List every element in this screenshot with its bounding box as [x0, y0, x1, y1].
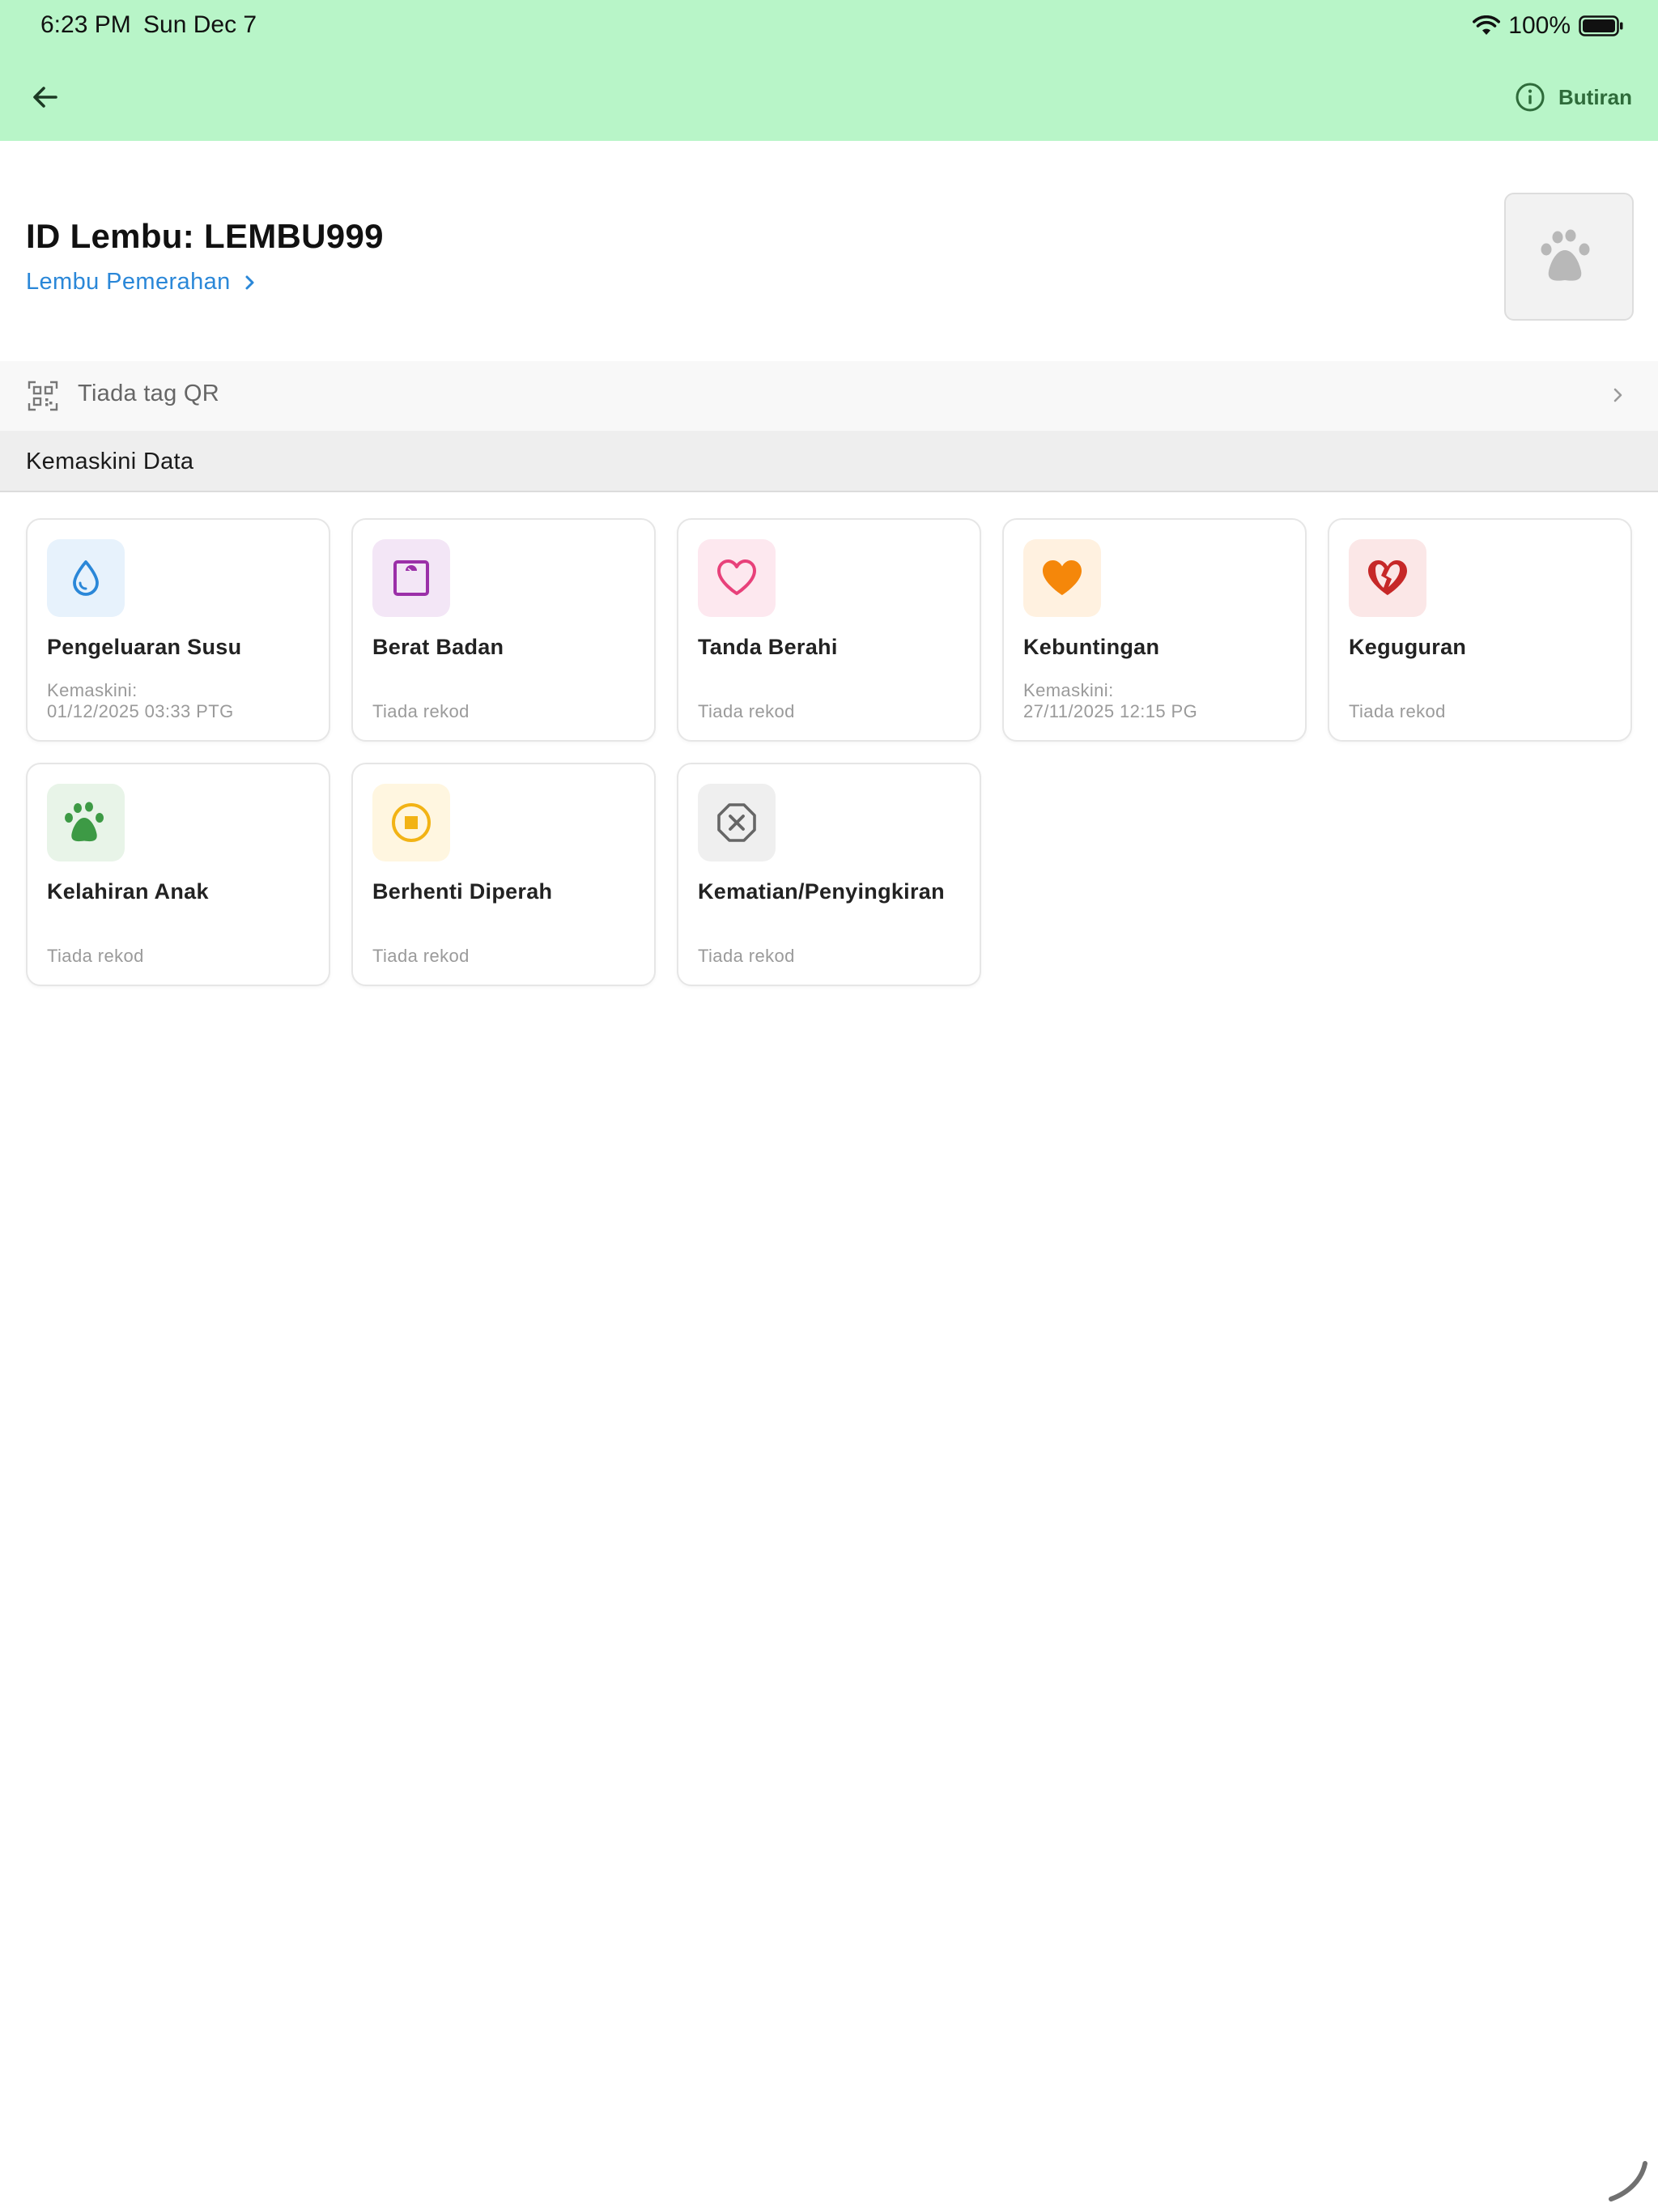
card-meta-value: Tiada rekod [1349, 701, 1446, 721]
details-label: Butiran [1558, 84, 1632, 109]
card-title: Berhenti Diperah [372, 879, 553, 904]
qr-tag-label: Tiada tag QR [78, 381, 219, 406]
status-time: 6:23 PM [40, 11, 131, 38]
card-miscarriage[interactable]: Keguguran Tiada rekod [1328, 518, 1632, 742]
card-meta: Tiada rekod [47, 946, 144, 967]
card-icon-bg [47, 784, 125, 861]
scale-icon [393, 560, 429, 596]
chevron-right-icon [245, 275, 254, 289]
card-icon-bg [372, 539, 450, 617]
card-meta-value: 01/12/2025 03:33 PTG [47, 701, 234, 721]
info-icon [1516, 83, 1545, 112]
card-meta: Tiada rekod [372, 946, 470, 967]
broken-heart-icon [1368, 560, 1407, 595]
card-heat-sign[interactable]: Tanda Berahi Tiada rekod [677, 518, 981, 742]
status-date: Sun Dec 7 [143, 11, 257, 38]
water-drop-icon [73, 560, 99, 596]
app-header: 6:23 PM Sun Dec 7 100% Butiran [0, 0, 1658, 141]
card-meta: Tiada rekod [372, 701, 470, 722]
back-button[interactable] [24, 76, 66, 118]
card-pregnancy[interactable]: Kebuntingan Kemaskini: 27/11/2025 12:15 … [1002, 518, 1307, 742]
card-icon-bg [698, 539, 776, 617]
cow-id-title: ID Lembu: LEMBU999 [26, 217, 384, 255]
card-meta-prefix: Kemaskini: [47, 680, 138, 700]
cow-category-link[interactable]: Lembu Pemerahan [26, 269, 258, 296]
card-stop-milking[interactable]: Berhenti Diperah Tiada rekod [351, 763, 656, 986]
card-title: Tanda Berahi [698, 635, 838, 659]
chevron-right-icon [1613, 388, 1622, 402]
card-meta: Kemaskini: 01/12/2025 03:33 PTG [47, 680, 234, 722]
cow-avatar[interactable] [1504, 193, 1634, 321]
card-death-removal[interactable]: Kematian/Penyingkiran Tiada rekod [677, 763, 981, 986]
qr-code-icon [28, 381, 58, 411]
card-meta-value: Tiada rekod [372, 701, 470, 721]
card-title: Kelahiran Anak [47, 879, 209, 904]
arrow-left-icon [33, 87, 57, 108]
card-meta-value: Tiada rekod [47, 946, 144, 966]
card-title: Keguguran [1349, 635, 1467, 659]
paw-icon [1541, 229, 1590, 281]
heart-outline-icon [717, 559, 756, 595]
cow-category-label: Lembu Pemerahan [26, 269, 231, 295]
battery-percent: 100% [1508, 12, 1571, 39]
card-title: Kematian/Penyingkiran [698, 879, 945, 904]
card-meta-prefix: Kemaskini: [1023, 680, 1114, 700]
card-title: Pengeluaran Susu [47, 635, 242, 659]
card-icon-bg [1349, 539, 1426, 617]
card-body-weight[interactable]: Berat Badan Tiada rekod [351, 518, 656, 742]
section-title: Kemaskini Data [26, 449, 194, 474]
card-icon-bg [372, 784, 450, 861]
card-calving[interactable]: Kelahiran Anak Tiada rekod [26, 763, 330, 986]
card-title: Kebuntingan [1023, 635, 1160, 659]
home-gesture-corner [1609, 2161, 1647, 2201]
card-meta-value: Tiada rekod [698, 946, 795, 966]
card-meta: Kemaskini: 27/11/2025 12:15 PG [1023, 680, 1197, 722]
octagon-x-icon [717, 803, 756, 842]
qr-tag-row[interactable]: Tiada tag QR [0, 361, 1658, 431]
card-icon-bg [698, 784, 776, 861]
paw-icon [65, 802, 104, 842]
card-meta-value: Tiada rekod [372, 946, 470, 966]
card-icon-bg [47, 539, 125, 617]
card-icon-bg [1023, 539, 1101, 617]
card-title: Berat Badan [372, 635, 504, 659]
status-indicators: 100% [1473, 10, 1624, 42]
details-button[interactable]: Butiran [1515, 78, 1632, 117]
card-milk-output[interactable]: Pengeluaran Susu Kemaskini: 01/12/2025 0… [26, 518, 330, 742]
card-meta: Tiada rekod [698, 701, 795, 722]
card-meta: Tiada rekod [1349, 701, 1446, 722]
section-header: Kemaskini Data [0, 431, 1658, 492]
card-meta: Tiada rekod [698, 946, 795, 967]
battery-icon [1579, 15, 1623, 36]
card-meta-value: 27/11/2025 12:15 PG [1023, 701, 1198, 721]
stop-circle-icon [392, 803, 431, 842]
wifi-icon [1473, 15, 1501, 35]
heart-filled-icon [1043, 560, 1082, 595]
card-meta-value: Tiada rekod [698, 701, 795, 721]
